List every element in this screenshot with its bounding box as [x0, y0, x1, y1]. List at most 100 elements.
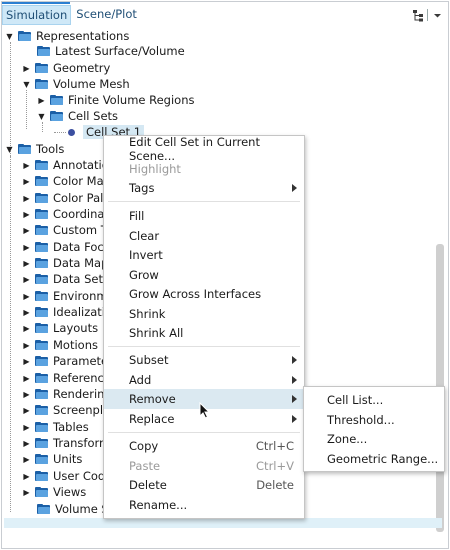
- submenu-item-label: Geometric Range...: [327, 452, 439, 466]
- folder-icon: [35, 373, 48, 383]
- menu-item-invert[interactable]: Invert: [104, 245, 304, 265]
- collapsed-arrow-icon[interactable]: ▶: [22, 341, 31, 350]
- menu-item-add[interactable]: Add: [104, 370, 304, 390]
- tree-node-tool[interactable]: ▶ Motions: [22, 337, 98, 353]
- tree-node-label: Custom T: [53, 223, 108, 237]
- tree-node-label: Representations: [36, 29, 130, 43]
- tree-node-tool[interactable]: ▶ Tables: [22, 419, 88, 435]
- folder-icon: [35, 79, 48, 89]
- tree-node-tools[interactable]: ▼ Tools: [5, 141, 64, 157]
- menu-item-grow-across-interfaces[interactable]: Grow Across Interfaces: [104, 284, 304, 304]
- tree-node-label: Geometry: [53, 61, 111, 75]
- collapsed-arrow-icon[interactable]: ▶: [22, 488, 31, 497]
- folder-icon: [35, 176, 48, 186]
- menu-item-grow[interactable]: Grow: [104, 265, 304, 285]
- folder-icon: [35, 454, 48, 464]
- collapsed-arrow-icon[interactable]: ▶: [22, 210, 31, 219]
- tree-node-tool[interactable]: ▶ Data Map: [22, 255, 108, 271]
- tree-node-latest-surface-volume[interactable]: Latest Surface/Volume: [37, 43, 185, 59]
- collapsed-arrow-icon[interactable]: ▶: [22, 177, 31, 186]
- tree-node-tool[interactable]: ▶ Custom T: [22, 222, 108, 238]
- collapsed-arrow-icon[interactable]: ▶: [22, 406, 31, 415]
- menu-item-label: Clear: [129, 229, 160, 243]
- tree-node-tool[interactable]: ▶ Paramete: [22, 353, 108, 369]
- tree-node-tool[interactable]: ▶ Annotatio: [22, 157, 108, 173]
- menu-item-label: Invert: [129, 248, 163, 262]
- folder-icon: [35, 356, 48, 366]
- menu-item-rename[interactable]: Rename...: [104, 495, 304, 515]
- submenu-item-zone[interactable]: Zone...: [304, 429, 444, 449]
- menu-item-delete[interactable]: Delete Delete: [104, 475, 304, 495]
- tree-node-label: Layouts: [53, 321, 99, 335]
- tree-node-tool[interactable]: ▶ Units: [22, 451, 82, 467]
- submenu-item-cell-list[interactable]: Cell List...: [304, 390, 444, 410]
- collapsed-arrow-icon[interactable]: ▶: [22, 259, 31, 268]
- collapsed-arrow-icon[interactable]: ▶: [22, 275, 31, 284]
- collapsed-arrow-icon[interactable]: ▶: [22, 324, 31, 333]
- tree-node-tool[interactable]: ▶ Color Map: [22, 173, 111, 189]
- collapsed-arrow-icon[interactable]: ▶: [22, 226, 31, 235]
- submenu-item-geometric-range[interactable]: Geometric Range...: [304, 449, 444, 469]
- collapsed-arrow-icon[interactable]: ▶: [22, 194, 31, 203]
- collapsed-arrow-icon[interactable]: ▶: [22, 390, 31, 399]
- tab-simulation[interactable]: Simulation: [2, 5, 72, 25]
- menu-item-fill[interactable]: Fill: [104, 206, 304, 226]
- expanded-arrow-icon[interactable]: ▼: [37, 112, 46, 121]
- menu-item-highlight: Highlight: [104, 159, 304, 179]
- tree-node-tool[interactable]: ▶ Data Set F: [22, 271, 113, 287]
- menu-item-copy[interactable]: Copy Ctrl+C: [104, 436, 304, 456]
- tab-scene-plot[interactable]: Scene/Plot: [73, 5, 140, 23]
- tree-node-volume-mesh[interactable]: ▼ Volume Mesh: [22, 76, 129, 92]
- tree-node-tool[interactable]: ▶ User Code: [22, 468, 112, 484]
- tree-node-tool[interactable]: ▶ Rendering: [22, 386, 111, 402]
- menu-item-edit-cell-set[interactable]: Edit Cell Set in Current Scene...: [104, 135, 304, 163]
- collapsed-arrow-icon[interactable]: ▶: [22, 455, 31, 464]
- expanded-arrow-icon[interactable]: ▼: [22, 80, 31, 89]
- tree-layout-icon[interactable]: [411, 8, 425, 22]
- tree-node-tool[interactable]: ▶ Coordinat: [22, 206, 109, 222]
- menu-item-shrink[interactable]: Shrink: [104, 304, 304, 324]
- tree-node-label: Cell Sets: [68, 109, 119, 123]
- collapsed-arrow-icon[interactable]: ▶: [22, 472, 31, 481]
- tree-node-tool[interactable]: ▶ Environm: [22, 288, 107, 304]
- chevron-down-icon[interactable]: [430, 8, 444, 22]
- menu-item-shrink-all[interactable]: Shrink All: [104, 323, 304, 343]
- collapsed-arrow-icon[interactable]: ▶: [22, 439, 31, 448]
- collapsed-arrow-icon[interactable]: ▶: [22, 161, 31, 170]
- collapsed-arrow-icon[interactable]: ▶: [22, 374, 31, 383]
- collapsed-arrow-icon[interactable]: ▶: [22, 308, 31, 317]
- tree-node-label: Views: [53, 485, 87, 499]
- tree-node-tool[interactable]: ▶ Reference: [22, 370, 111, 386]
- mouse-cursor-icon: [199, 401, 211, 422]
- tree-guide-line: [26, 90, 27, 129]
- tree-node-tool[interactable]: ▶ Transform: [22, 435, 110, 451]
- collapsed-arrow-icon[interactable]: ▶: [37, 96, 46, 105]
- expanded-arrow-icon[interactable]: ▼: [5, 32, 14, 41]
- submenu-item-threshold[interactable]: Threshold...: [304, 410, 444, 430]
- horizontal-scrollbar[interactable]: [4, 518, 442, 528]
- tree-node-cell-sets[interactable]: ▼ Cell Sets: [37, 108, 118, 124]
- tree-node-tool[interactable]: ▶ Data Focu: [22, 239, 111, 255]
- tree-node-tool[interactable]: ▶ Color Pale: [22, 190, 110, 206]
- tree-node-finite-volume-regions[interactable]: ▶ Finite Volume Regions: [37, 92, 194, 108]
- collapsed-arrow-icon[interactable]: ▶: [22, 243, 31, 252]
- tree-node-tool[interactable]: ▶ Idealizati: [22, 304, 105, 320]
- panel-tabs: Simulation Scene/Plot: [2, 5, 142, 27]
- menu-item-label: Highlight: [129, 162, 181, 176]
- tree-node-tool[interactable]: ▶ Views: [22, 484, 86, 500]
- menu-item-tags[interactable]: Tags: [104, 178, 304, 198]
- tree-node-tool[interactable]: ▶ Layouts: [22, 320, 98, 336]
- menu-item-label: Remove: [129, 392, 176, 406]
- tree-node-geometry[interactable]: ▶ Geometry: [22, 60, 110, 76]
- menu-item-clear[interactable]: Clear: [104, 226, 304, 246]
- tree-node-representations[interactable]: ▼ Representations: [5, 28, 129, 44]
- tree-node-label: Coordinat: [53, 207, 109, 221]
- menu-item-label: Shrink: [129, 307, 166, 321]
- folder-icon: [35, 323, 48, 333]
- collapsed-arrow-icon[interactable]: ▶: [22, 292, 31, 301]
- collapsed-arrow-icon[interactable]: ▶: [22, 64, 31, 73]
- collapsed-arrow-icon[interactable]: ▶: [22, 357, 31, 366]
- collapsed-arrow-icon[interactable]: ▶: [22, 423, 31, 432]
- expanded-arrow-icon[interactable]: ▼: [5, 145, 14, 154]
- menu-item-subset[interactable]: Subset: [104, 350, 304, 370]
